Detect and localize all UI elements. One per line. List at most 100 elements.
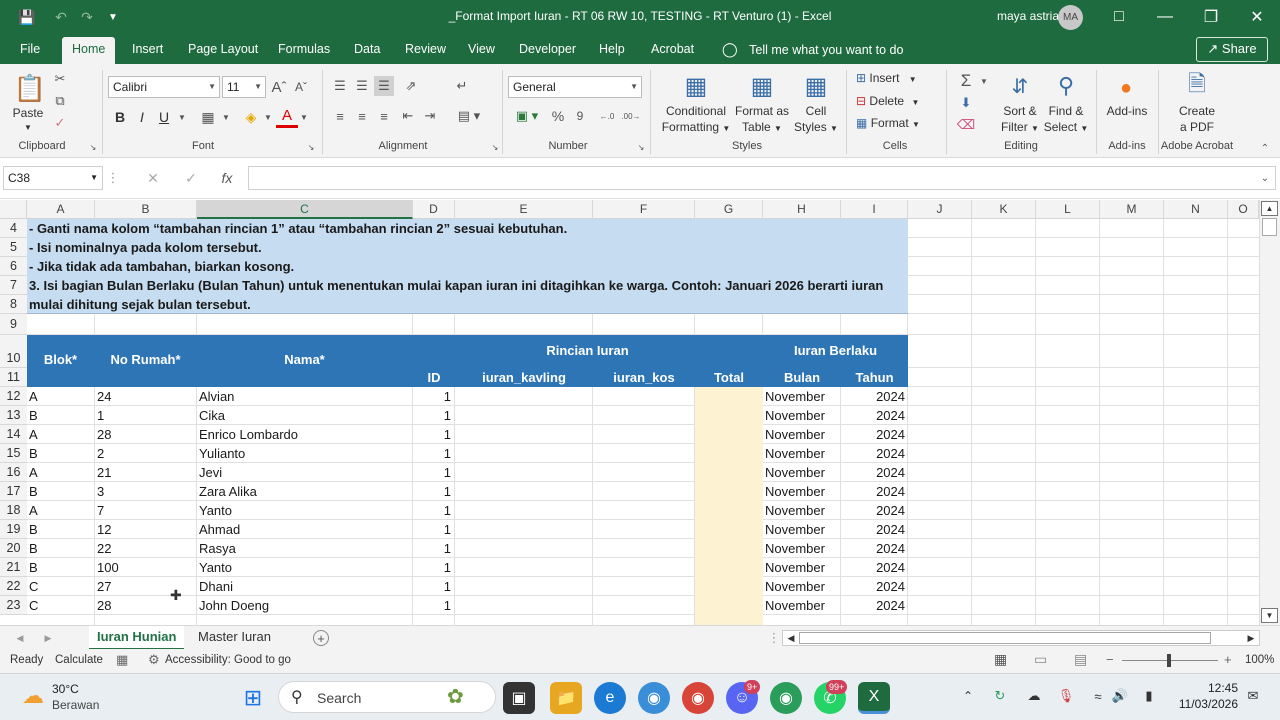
- cell-tahun[interactable]: 2024: [841, 558, 905, 577]
- font-color-dropdown-icon[interactable]: ▼: [298, 106, 310, 128]
- format-cells-button[interactable]: ▦ Format ▼: [856, 116, 936, 132]
- sort-filter-icon[interactable]: ⇵: [1004, 70, 1036, 102]
- row-header[interactable]: 18: [0, 501, 27, 520]
- cell-no-rumah[interactable]: 24: [97, 387, 193, 406]
- find-select-label[interactable]: Find &: [1040, 104, 1092, 119]
- cell-nama[interactable]: Enrico Lombardo: [199, 425, 409, 444]
- wrap-text-icon[interactable]: ↵: [452, 76, 472, 96]
- accounting-format-icon[interactable]: ▣ ▾: [510, 106, 544, 126]
- tab-help[interactable]: Help: [589, 34, 635, 64]
- speaker-icon[interactable]: 🔊: [1110, 687, 1130, 705]
- scroll-down-icon[interactable]: ▼: [1261, 608, 1278, 623]
- column-header-n[interactable]: N: [1164, 200, 1228, 219]
- cell-id[interactable]: 1: [413, 501, 451, 520]
- conditional-formatting-label[interactable]: Conditional: [656, 104, 736, 119]
- italic-icon[interactable]: I: [132, 106, 152, 128]
- cell-styles-label[interactable]: Cell: [792, 104, 840, 119]
- cell-id[interactable]: 1: [413, 482, 451, 501]
- align-right-icon[interactable]: ≡: [374, 106, 394, 126]
- tab-developer[interactable]: Developer: [509, 34, 586, 64]
- next-sheet-icon[interactable]: ▶: [42, 631, 54, 645]
- column-header-c[interactable]: C: [197, 200, 413, 219]
- borders-icon[interactable]: ▦: [196, 106, 220, 128]
- insert-cells-button[interactable]: ⊞ Insert ▼: [856, 71, 936, 87]
- sheet-tab-master-iuran[interactable]: Master Iuran: [190, 626, 279, 650]
- bold-icon[interactable]: B: [110, 106, 130, 128]
- comma-style-icon[interactable]: 9: [570, 106, 590, 126]
- tab-home[interactable]: Home: [62, 37, 116, 64]
- cell-bulan[interactable]: November: [765, 425, 839, 444]
- font-name-select[interactable]: Calibri ▼: [108, 76, 220, 98]
- cell-nama[interactable]: Dhani: [199, 577, 409, 596]
- cell-blok[interactable]: B: [29, 444, 93, 463]
- cell-blok[interactable]: C: [29, 577, 93, 596]
- autosum-icon[interactable]: Σ: [956, 70, 976, 92]
- increase-decimal-icon[interactable]: ←.0: [596, 106, 618, 126]
- column-header-i[interactable]: I: [841, 200, 908, 219]
- tab-page-layout[interactable]: Page Layout: [178, 34, 268, 64]
- minimize-icon[interactable]: —: [1142, 0, 1188, 34]
- cell-id[interactable]: 1: [413, 520, 451, 539]
- cell-tahun[interactable]: 2024: [841, 444, 905, 463]
- column-header-o[interactable]: O: [1228, 200, 1259, 219]
- enter-icon[interactable]: ✓: [180, 168, 202, 188]
- tab-formulas[interactable]: Formulas: [268, 34, 340, 64]
- conditional-formatting-icon[interactable]: ▦: [680, 70, 712, 102]
- cell-nama[interactable]: Yanto: [199, 558, 409, 577]
- cell-tahun[interactable]: 2024: [841, 577, 905, 596]
- status-calculate[interactable]: Calculate: [55, 654, 103, 666]
- row-header[interactable]: 20: [0, 539, 27, 558]
- cell-blok[interactable]: B: [29, 482, 93, 501]
- cell-id[interactable]: 1: [413, 596, 451, 615]
- normal-view-icon[interactable]: ▦: [994, 651, 1007, 668]
- select-all-corner[interactable]: [0, 200, 27, 219]
- format-painter-icon[interactable]: ✓: [50, 114, 70, 132]
- increase-font-icon[interactable]: Aˆ: [270, 76, 288, 98]
- cell-bulan[interactable]: November: [765, 387, 839, 406]
- cell-bulan[interactable]: November: [765, 539, 839, 558]
- underline-icon[interactable]: U: [154, 106, 174, 128]
- row-header[interactable]: 10: [0, 335, 27, 368]
- decrease-decimal-icon[interactable]: .00→: [620, 106, 642, 126]
- microphone-icon[interactable]: 🎙: [1056, 687, 1076, 705]
- cell-tahun[interactable]: 2024: [841, 520, 905, 539]
- format-as-table-label2[interactable]: Table ▼: [730, 120, 794, 136]
- add-ins-button[interactable]: Add-ins: [1100, 104, 1154, 119]
- decrease-indent-icon[interactable]: ⇤: [398, 106, 418, 126]
- cell-no-rumah[interactable]: 7: [97, 501, 193, 520]
- cell-styles-label2[interactable]: Styles ▼: [792, 120, 840, 136]
- font-color-icon[interactable]: A: [276, 106, 298, 128]
- horizontal-scrollbar[interactable]: ◀ ▶: [782, 630, 1260, 646]
- conditional-formatting-label2[interactable]: Formatting ▼: [656, 120, 736, 136]
- close-icon[interactable]: ✕: [1234, 0, 1280, 34]
- clock-date[interactable]: 11/03/2026: [1170, 697, 1238, 711]
- cell-id[interactable]: 1: [413, 387, 451, 406]
- tab-file[interactable]: File: [10, 34, 50, 64]
- row-header[interactable]: 5: [0, 238, 27, 257]
- cell-tahun[interactable]: 2024: [841, 406, 905, 425]
- sort-filter-label[interactable]: Sort &: [994, 104, 1046, 119]
- cell-bulan[interactable]: November: [765, 520, 839, 539]
- ribbon-display-icon[interactable]: □: [1096, 0, 1142, 34]
- cell-blok[interactable]: A: [29, 387, 93, 406]
- row-header[interactable]: 11: [0, 368, 27, 387]
- user-name[interactable]: maya astria: [997, 9, 1059, 23]
- autosum-dropdown-icon[interactable]: ▼: [978, 70, 990, 92]
- worksheet-grid[interactable]: - Ganti nama kolom “tambahan rincian 1” …: [27, 219, 1259, 625]
- cell-nama[interactable]: Ahmad: [199, 520, 409, 539]
- orientation-icon[interactable]: ⇗: [398, 76, 424, 96]
- zoom-level[interactable]: 100%: [1245, 654, 1274, 666]
- row-header[interactable]: 15: [0, 444, 27, 463]
- cell-nama[interactable]: Jevi: [199, 463, 409, 482]
- add-ins-icon[interactable]: ●: [1112, 74, 1140, 102]
- name-box[interactable]: C38 ▼: [3, 166, 103, 190]
- cell-blok[interactable]: A: [29, 463, 93, 482]
- cancel-icon[interactable]: ✕: [142, 168, 164, 188]
- cell-bulan[interactable]: November: [765, 596, 839, 615]
- cell-bulan[interactable]: November: [765, 463, 839, 482]
- sheet-tab-iuran-hunian[interactable]: Iuran Hunian: [89, 626, 185, 650]
- column-header-j[interactable]: J: [908, 200, 972, 219]
- cell-tahun[interactable]: 2024: [841, 425, 905, 444]
- row-header[interactable]: 19: [0, 520, 27, 539]
- column-header-b[interactable]: B: [95, 200, 197, 219]
